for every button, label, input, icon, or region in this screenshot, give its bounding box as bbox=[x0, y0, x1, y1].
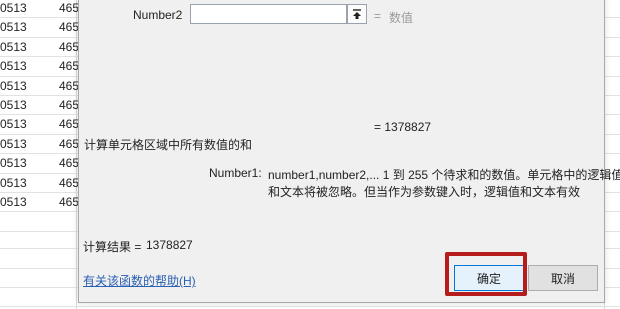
collapse-arrow-icon bbox=[353, 8, 361, 19]
cell-col-a[interactable]: 0513 bbox=[0, 156, 27, 170]
cell-col-a[interactable]: 0513 bbox=[0, 40, 27, 54]
cell-col-a[interactable]: 0513 bbox=[0, 1, 27, 15]
parameter-description-line1: number1,number2,... 1 到 255 个待求和的数值。单元格中… bbox=[268, 168, 620, 182]
number2-value-hint: 数值 bbox=[389, 11, 414, 25]
cell-col-a[interactable]: 0513 bbox=[0, 117, 27, 131]
cancel-button[interactable]: 取消 bbox=[528, 265, 598, 291]
cell-col-b[interactable]: 465 bbox=[59, 79, 79, 93]
cell-col-b[interactable]: 465 bbox=[59, 156, 79, 170]
cell-col-b[interactable]: 465 bbox=[59, 59, 79, 73]
cell-col-b[interactable]: 465 bbox=[59, 40, 79, 54]
number2-label: Number2 bbox=[133, 8, 183, 22]
collapse-dialog-button[interactable] bbox=[347, 4, 367, 24]
parameter-description-line2: 和文本将被忽略。但当作为参数键入时，逻辑值和文本有效 bbox=[268, 185, 581, 199]
cell-col-b[interactable]: 465 bbox=[59, 20, 79, 34]
cell-col-a[interactable]: 0513 bbox=[0, 20, 27, 34]
cell-col-a[interactable]: 0513 bbox=[0, 176, 27, 190]
number2-input[interactable] bbox=[190, 4, 347, 24]
calc-result-label: 计算结果 = bbox=[83, 240, 142, 254]
function-description: 计算单元格区域中所有数值的和 bbox=[84, 138, 253, 152]
function-help-link[interactable]: 有关该函数的帮助(H) bbox=[83, 272, 196, 289]
grid-line bbox=[0, 306, 620, 307]
cell-col-b[interactable]: 465 bbox=[59, 98, 79, 112]
number2-equals: = bbox=[374, 9, 382, 23]
formula-result-preview: = 1378827 bbox=[374, 120, 432, 134]
cell-col-b[interactable]: 465 bbox=[59, 176, 79, 190]
cell-col-b[interactable]: 465 bbox=[59, 195, 79, 209]
cell-col-b[interactable]: 465 bbox=[59, 117, 79, 131]
cell-col-b[interactable]: 465 bbox=[59, 137, 79, 151]
cell-col-a[interactable]: 0513 bbox=[0, 195, 27, 209]
cell-col-a[interactable]: 0513 bbox=[0, 59, 27, 73]
cell-col-b[interactable]: 465 bbox=[59, 1, 79, 15]
cell-col-a[interactable]: 0513 bbox=[0, 98, 27, 112]
cell-col-a[interactable]: 0513 bbox=[0, 137, 27, 151]
cell-col-a[interactable]: 0513 bbox=[0, 79, 27, 93]
ok-button-highlight-box bbox=[445, 252, 527, 296]
parameter-name: Number1: bbox=[209, 166, 262, 180]
calc-result-value: 1378827 bbox=[146, 238, 193, 252]
